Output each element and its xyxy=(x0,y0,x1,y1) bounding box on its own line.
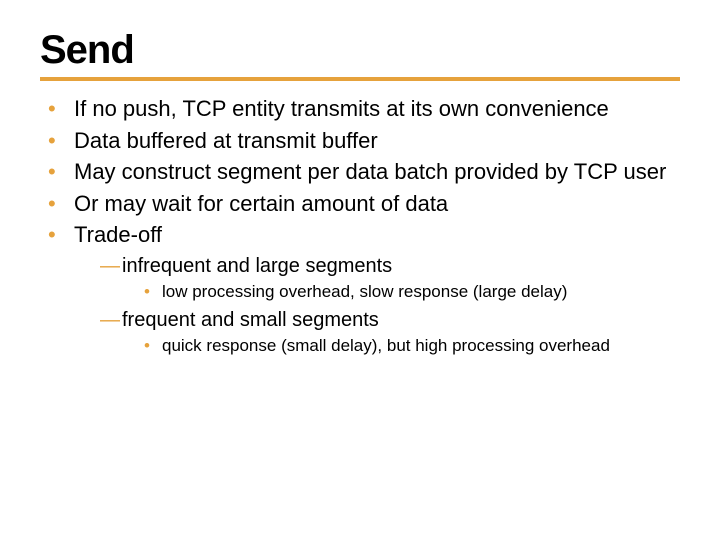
bullet-list: If no push, TCP entity transmits at its … xyxy=(48,95,680,357)
list-item: Trade-off infrequent and large segments … xyxy=(48,221,680,357)
list-item: May construct segment per data batch pro… xyxy=(48,158,680,186)
slide-title: Send xyxy=(40,28,680,73)
list-item: quick response (small delay), but high p… xyxy=(144,335,680,357)
list-item: Data buffered at transmit buffer xyxy=(48,127,680,155)
sub-sub-list: low processing overhead, slow response (… xyxy=(144,281,680,303)
sub-sub-list: quick response (small delay), but high p… xyxy=(144,335,680,357)
title-underline xyxy=(40,77,680,81)
list-item: frequent and small segments quick respon… xyxy=(100,307,680,357)
list-item: low processing overhead, slow response (… xyxy=(144,281,680,303)
list-item: infrequent and large segments low proces… xyxy=(100,253,680,303)
list-item: If no push, TCP entity transmits at its … xyxy=(48,95,680,123)
list-item-label: Trade-off xyxy=(74,222,162,247)
sub-list: infrequent and large segments low proces… xyxy=(100,253,680,357)
list-item-label: frequent and small segments xyxy=(122,309,379,331)
slide: Send If no push, TCP entity transmits at… xyxy=(0,0,720,381)
list-item-label: infrequent and large segments xyxy=(122,255,392,277)
list-item: Or may wait for certain amount of data xyxy=(48,190,680,218)
